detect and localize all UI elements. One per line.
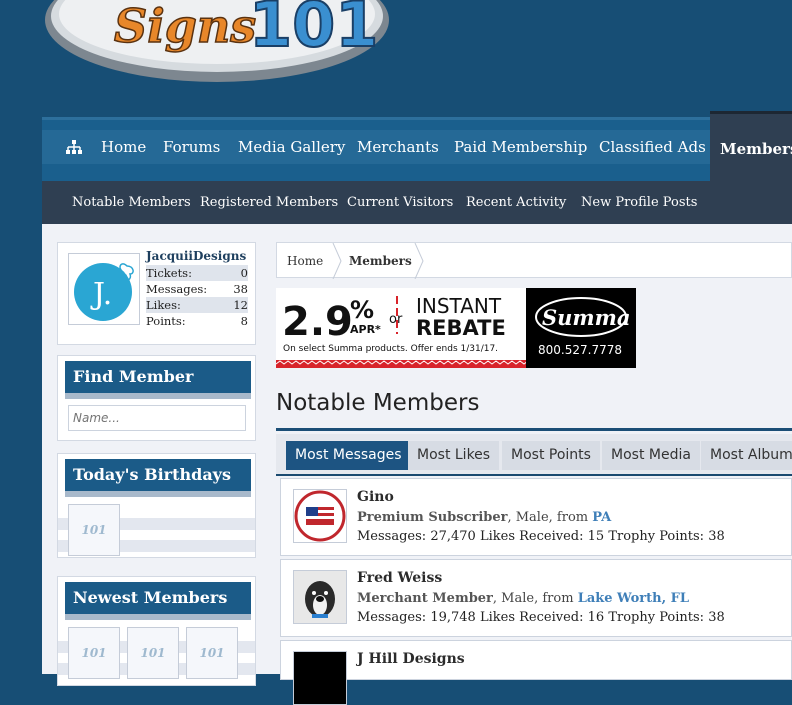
member-avatar[interactable] [293, 570, 347, 624]
visitor-stat-row: Likes: 12 [146, 297, 248, 313]
nav-classified-ads[interactable]: Classified Ads [599, 130, 706, 164]
visitor-avatar[interactable]: J. [68, 253, 140, 325]
member-title-line: Premium Subscriber, Male, from PA [357, 510, 612, 525]
newest-members-block: Newest Members 101 101 101 [57, 576, 256, 686]
member-name[interactable]: J Hill Designs [357, 651, 465, 667]
title-divider [276, 428, 792, 431]
member-stats: Messages: 19,748 Likes Received: 16 Trop… [357, 610, 725, 625]
visitor-stat-row: Points: 8 [146, 314, 248, 328]
member-location[interactable]: PA [592, 510, 611, 525]
visitor-stat-row: Messages: 38 [146, 282, 248, 296]
nav-home[interactable]: Home [101, 130, 146, 164]
birthdays-block: Today's Birthdays 101 [57, 453, 256, 558]
summa-ad-banner[interactable]: 2.9 % APR* or INSTANT REBATE On select S… [276, 288, 636, 368]
newest-member-avatar[interactable]: 101 [186, 627, 238, 679]
nav-merchants[interactable]: Merchants [357, 130, 439, 164]
subnav-registered-members[interactable]: Registered Members [200, 181, 338, 224]
tab-most-albums[interactable]: Most Albums [701, 441, 792, 470]
member-location[interactable]: Lake Worth, FL [578, 591, 689, 606]
newest-member-avatar[interactable]: 101 [68, 627, 120, 679]
member-stats: Messages: 27,470 Likes Received: 15 Trop… [357, 529, 725, 544]
find-member-title: Find Member [65, 361, 251, 399]
member-name[interactable]: Fred Weiss [357, 570, 442, 586]
tab-most-media[interactable]: Most Media [602, 441, 700, 470]
birthdays-title: Today's Birthdays [65, 459, 251, 497]
svg-text:REBATE: REBATE [416, 316, 506, 340]
sub-navigation: Notable Members Registered Members Curre… [42, 181, 792, 224]
svg-text:Summa: Summa [542, 305, 630, 330]
subnav-new-profile-posts[interactable]: New Profile Posts [581, 181, 697, 224]
member-name[interactable]: Gino [357, 489, 394, 505]
find-member-input[interactable] [68, 405, 246, 431]
member-avatar[interactable] [293, 651, 347, 705]
tab-most-likes[interactable]: Most Likes [408, 441, 500, 470]
breadcrumb-separator-icon [414, 243, 424, 279]
newest-member-avatar[interactable]: 101 [127, 627, 179, 679]
sitemap-icon[interactable] [66, 130, 82, 164]
member-row: J Hill Designs [280, 640, 792, 705]
site-header: Signs 101 [0, 0, 792, 117]
nav-media-gallery[interactable]: Media Gallery [238, 130, 345, 164]
svg-text:On select Summa products. Offe: On select Summa products. Offer ends 1/3… [283, 344, 498, 354]
subnav-notable-members[interactable]: Notable Members [72, 181, 191, 224]
breadcrumb: Home Members [276, 242, 792, 279]
breadcrumb-separator-icon [332, 243, 342, 279]
breadcrumb-home[interactable]: Home [287, 243, 323, 279]
tab-most-messages[interactable]: Most Messages [286, 441, 411, 470]
subnav-recent-activity[interactable]: Recent Activity [466, 181, 566, 224]
svg-text:%: % [350, 296, 374, 324]
nav-paid-membership[interactable]: Paid Membership [454, 130, 587, 164]
notable-tabs: Most Messages Most Likes Most Points Mos… [276, 434, 792, 476]
find-member-block: Find Member [57, 355, 256, 441]
member-title-line: Merchant Member, Male, from Lake Worth, … [357, 591, 689, 606]
main-navigation: Home Forums Media Gallery Merchants Paid… [42, 111, 792, 184]
visitor-username[interactable]: JacquiiDesigns [146, 249, 248, 263]
page-title: Notable Members [276, 390, 480, 416]
svg-text:101: 101 [249, 0, 378, 61]
subnav-current-visitors[interactable]: Current Visitors [347, 181, 453, 224]
signs101-logo[interactable]: Signs 101 [44, 0, 390, 82]
svg-text:J.: J. [90, 277, 112, 312]
svg-text:INSTANT: INSTANT [416, 294, 502, 318]
content-area: J. JacquiiDesigns Tickets: 0 Messages: 38 … [42, 224, 792, 705]
svg-text:or: or [389, 312, 403, 327]
member-row: Fred Weiss Merchant Member, Male, from L… [280, 559, 792, 637]
visitor-stat-row: Tickets: 0 [146, 265, 248, 281]
svg-text:2.9: 2.9 [282, 299, 353, 345]
visitor-panel: J. JacquiiDesigns Tickets: 0 Messages: 38 … [57, 242, 256, 345]
member-row: Gino Premium Subscriber, Male, from PA M… [280, 478, 792, 556]
svg-text:APR*: APR* [350, 323, 381, 336]
breadcrumb-members[interactable]: Members [349, 243, 412, 279]
tab-most-points[interactable]: Most Points [502, 441, 600, 470]
newest-members-title: Newest Members [65, 582, 251, 620]
svg-text:800.527.7778: 800.527.7778 [538, 343, 622, 357]
nav-forums[interactable]: Forums [163, 130, 220, 164]
svg-text:Signs: Signs [114, 0, 256, 53]
visitor-stats: Tickets: 0 Messages: 38 Likes: 12 Points: 8 [146, 265, 248, 329]
birthday-member-avatar[interactable]: 101 [68, 504, 120, 556]
nav-members[interactable]: Members [710, 111, 792, 184]
visitor-info: JacquiiDesigns Tickets: 0 Messages: 38 Lik… [146, 249, 248, 329]
member-avatar[interactable] [293, 489, 347, 543]
